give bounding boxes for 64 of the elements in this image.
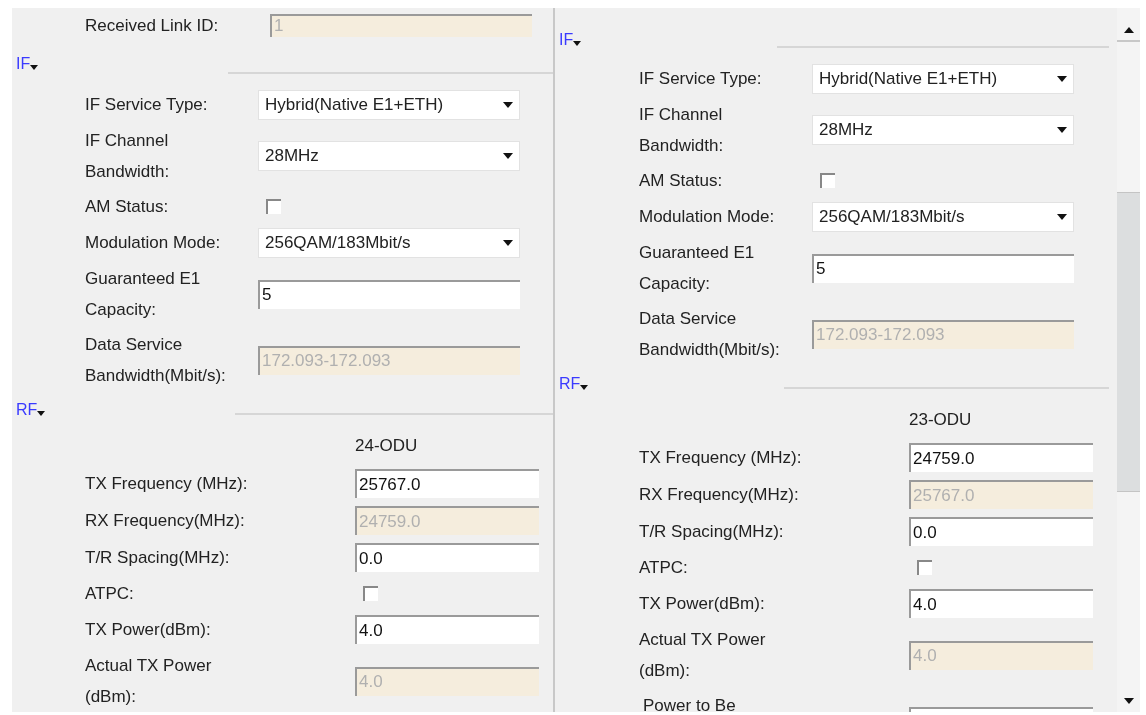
column-heading: 24-ODU <box>355 435 418 458</box>
caret-icon <box>573 40 582 46</box>
field-label: IF Channel Bandwidth: <box>85 130 171 183</box>
field-label: TX Power(dBm): <box>639 593 766 615</box>
checkbox[interactable] <box>363 586 378 601</box>
caret-icon <box>503 101 513 108</box>
section-toggle[interactable]: RF <box>559 372 589 396</box>
caret-icon <box>1057 127 1067 133</box>
checkbox[interactable] <box>917 560 932 575</box>
input-field[interactable]: 0.0 <box>909 517 1093 546</box>
input-field[interactable]: 5 <box>812 253 1074 283</box>
input-field[interactable]: 25767.0 <box>355 469 539 498</box>
field-label: Guaranteed E1 Capacity: <box>85 268 202 321</box>
field-label: TX Power(dBm): <box>85 619 212 641</box>
field-label: T/R Spacing(MHz): <box>639 521 785 543</box>
checkbox[interactable] <box>266 199 281 214</box>
scrollbar[interactable] <box>1117 8 1140 712</box>
scroll-thumb[interactable] <box>1117 192 1140 492</box>
dropdown[interactable]: 28MHz <box>258 141 520 171</box>
field-label: Power to Be <box>643 695 737 712</box>
dropdown[interactable]: 256QAM/183Mbit/s <box>812 201 1074 232</box>
field-label: ATPC: <box>639 557 689 579</box>
field-label: TX Frequency (MHz): <box>85 473 249 495</box>
field-label: Data Service Bandwidth(Mbit/s): <box>639 308 781 361</box>
input-field[interactable]: 0.0 <box>355 543 539 572</box>
dropdown[interactable]: Hybrid(Native E1+ETH) <box>812 63 1074 94</box>
caret-icon <box>580 384 589 390</box>
input-field[interactable]: 5 <box>258 279 520 309</box>
up-arrow-icon <box>1123 27 1134 33</box>
field-label: IF Service Type: <box>639 68 763 90</box>
field-label: Modulation Mode: <box>85 232 222 254</box>
section-toggle[interactable]: RF <box>16 398 46 422</box>
caret-icon <box>30 64 39 70</box>
caret-icon <box>503 153 513 159</box>
field-label: Data Service Bandwidth(Mbit/s): <box>85 334 227 387</box>
dropdown[interactable]: 28MHz <box>812 115 1074 145</box>
down-arrow-icon <box>1123 698 1134 704</box>
field-label: Actual TX Power (dBm): <box>85 655 213 708</box>
field-label: AM Status: <box>639 170 724 192</box>
field-label: IF Channel Bandwidth: <box>639 104 725 157</box>
field-label: RX Frequency(MHz): <box>639 484 800 506</box>
input-field[interactable]: 24759.0 <box>909 443 1093 472</box>
field-label: RX Frequency(MHz): <box>85 510 246 532</box>
section-toggle[interactable]: IF <box>559 28 582 52</box>
field-label: IF Service Type: <box>85 94 209 116</box>
field-label: Guaranteed E1 Capacity: <box>639 242 756 295</box>
field-label: Modulation Mode: <box>639 206 776 228</box>
field-label: TX Frequency (MHz): <box>639 447 803 469</box>
input-field[interactable]: 4.0 <box>355 615 539 644</box>
checkbox[interactable] <box>820 173 835 188</box>
field-label: Received Link ID: <box>85 14 220 37</box>
caret-icon <box>1057 75 1067 82</box>
input-field[interactable]: 4.0 <box>909 589 1093 618</box>
field-label: Actual TX Power (dBm): <box>639 629 767 682</box>
column-heading: 23-ODU <box>909 409 972 432</box>
field-label: AM Status: <box>85 196 170 218</box>
field-label: ATPC: <box>85 583 135 605</box>
field-label: T/R Spacing(MHz): <box>85 547 231 569</box>
dropdown[interactable]: Hybrid(Native E1+ETH) <box>258 89 520 120</box>
caret-icon <box>37 410 46 416</box>
section-toggle[interactable]: IF <box>16 52 39 76</box>
caret-icon <box>1057 213 1067 220</box>
caret-icon <box>503 239 513 246</box>
dropdown[interactable]: 256QAM/183Mbit/s <box>258 227 520 258</box>
